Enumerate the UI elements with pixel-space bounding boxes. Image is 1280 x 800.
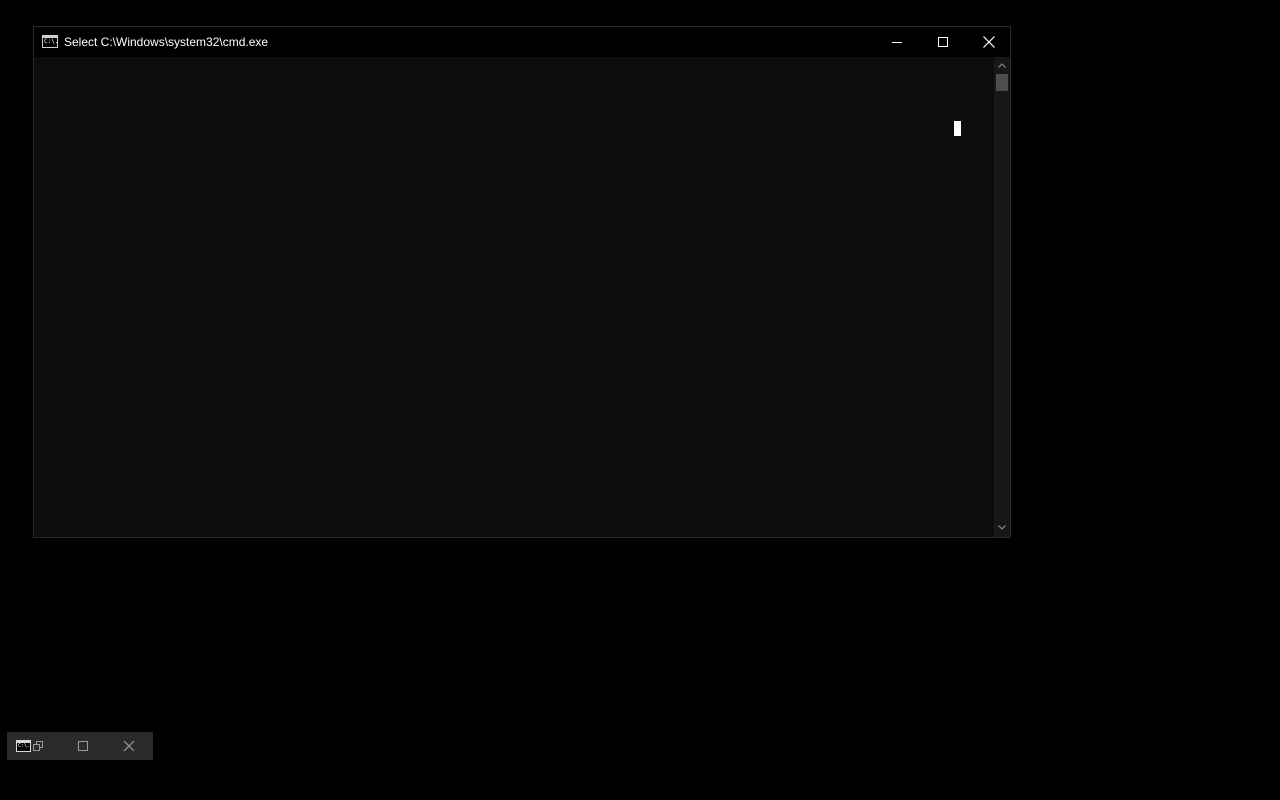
scroll-down-button[interactable]	[994, 521, 1010, 535]
scroll-up-button[interactable]	[994, 59, 1010, 73]
minimize-icon	[892, 42, 902, 43]
text-cursor	[954, 121, 961, 136]
close-button[interactable]	[966, 27, 1012, 57]
restore-button[interactable]	[33, 741, 43, 751]
console-icon[interactable]: C:\.	[42, 35, 58, 48]
scroll-thumb[interactable]	[996, 74, 1008, 91]
vertical-scrollbar[interactable]	[994, 57, 1010, 537]
console-icon-text: C:\.	[44, 38, 59, 45]
cmd-window[interactable]: C:\. Select C:\Windows\system32\cmd.exe	[33, 26, 1011, 538]
console-output[interactable]	[34, 57, 994, 537]
chevron-up-icon	[998, 63, 1006, 68]
maximize-button[interactable]	[920, 27, 966, 57]
close-icon	[983, 36, 995, 48]
console-icon[interactable]: C:\.	[16, 740, 31, 752]
minimized-window-bar[interactable]: C:\.	[7, 732, 153, 760]
close-icon[interactable]	[123, 740, 135, 752]
maximize-icon	[938, 37, 948, 47]
window-title: Select C:\Windows\system32\cmd.exe	[64, 35, 269, 49]
chevron-down-icon	[998, 525, 1006, 530]
console-icon-text: C:\.	[18, 743, 31, 749]
desktop: C:\. Select C:\Windows\system32\cmd.exe	[0, 0, 1280, 800]
title-bar[interactable]: C:\. Select C:\Windows\system32\cmd.exe	[34, 27, 1010, 57]
restore-icon-front	[33, 744, 40, 751]
maximize-icon[interactable]	[78, 741, 88, 751]
minimize-button[interactable]	[874, 27, 920, 57]
